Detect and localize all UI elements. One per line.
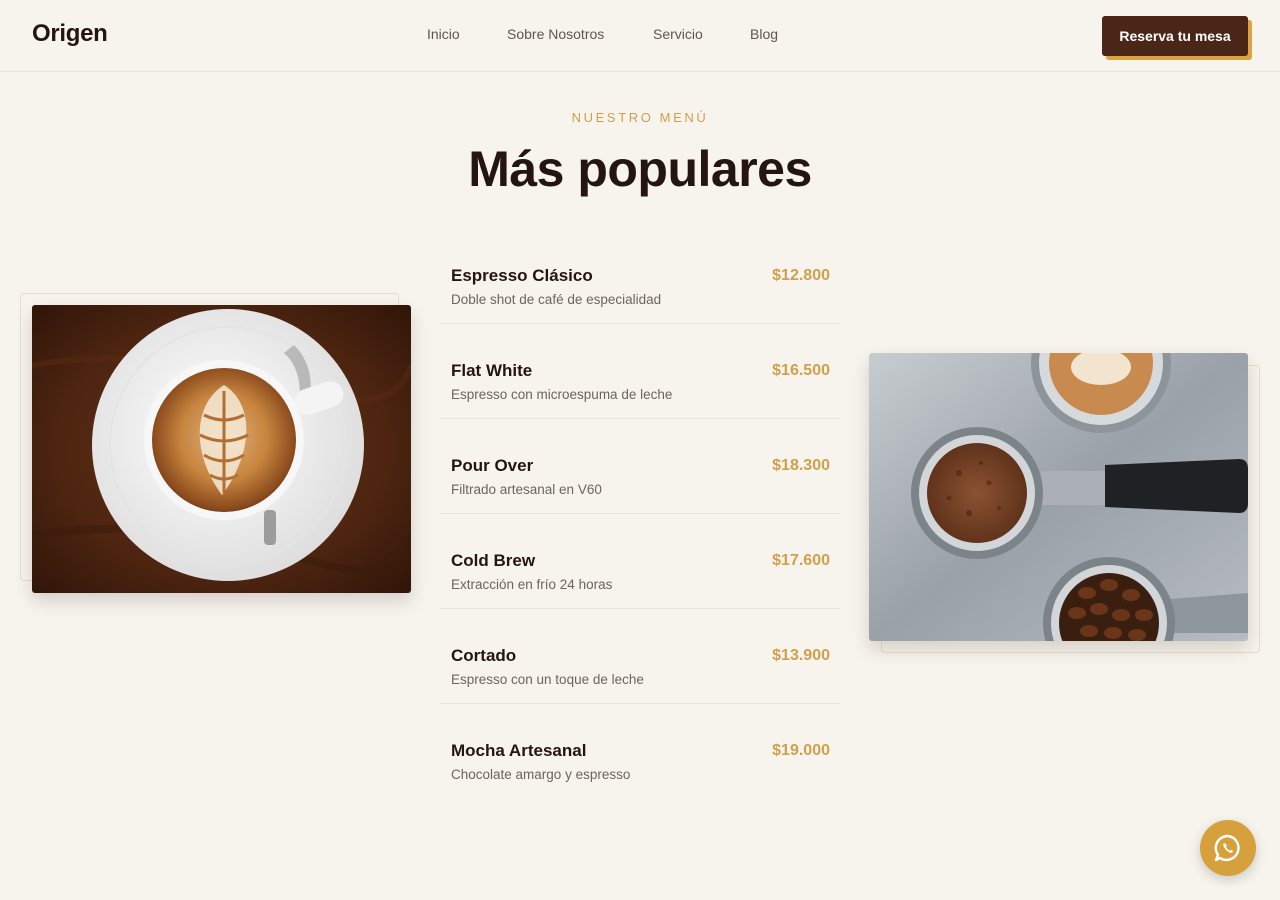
reserve-table-button[interactable]: Reserva tu mesa	[1102, 16, 1248, 56]
nav-sobre-nosotros[interactable]: Sobre Nosotros	[507, 26, 604, 42]
nav-inicio[interactable]: Inicio	[427, 26, 460, 42]
menu-item-price: $12.800	[772, 267, 830, 284]
menu-item-description: Espresso con un toque de leche	[451, 672, 644, 687]
menu-item-price: $13.900	[772, 647, 830, 664]
site-header: Origen Inicio Sobre Nosotros Servicio Bl…	[0, 0, 1280, 72]
portafilter-photo	[869, 353, 1248, 641]
menu-item-description: Espresso con microespuma de leche	[451, 387, 673, 402]
menu-item-price: $17.600	[772, 552, 830, 569]
menu-item-description: Extracción en frío 24 horas	[451, 577, 613, 592]
section-eyebrow: NUESTRO MENÚ	[571, 110, 709, 125]
menu-item-description: Filtrado artesanal en V60	[451, 482, 602, 497]
menu-item[interactable]: Cold Brew Extracción en frío 24 horas $1…	[440, 514, 840, 609]
nav-servicio[interactable]: Servicio	[653, 26, 703, 42]
menu-item[interactable]: Pour Over Filtrado artesanal en V60 $18.…	[440, 419, 840, 514]
menu-item-description: Chocolate amargo y espresso	[451, 767, 631, 782]
menu-item-price: $19.000	[772, 742, 830, 759]
menu-item[interactable]: Espresso Clásico Doble shot de café de e…	[440, 229, 840, 324]
menu-item-name: Pour Over	[451, 456, 534, 475]
nav-blog[interactable]: Blog	[750, 26, 778, 42]
main-nav: Inicio Sobre Nosotros Servicio Blog	[0, 26, 1280, 46]
menu-item-name: Mocha Artesanal	[451, 741, 587, 760]
latte-art-photo	[32, 305, 411, 593]
menu-item-name: Cold Brew	[451, 551, 536, 570]
whatsapp-icon	[1214, 834, 1240, 862]
section-title: Más populares	[468, 141, 812, 197]
menu-item-price: $18.300	[772, 457, 830, 474]
menu-item-description: Doble shot de café de especialidad	[451, 292, 662, 307]
menu-item[interactable]: Mocha Artesanal Chocolate amargo y espre…	[440, 704, 840, 799]
menu-item[interactable]: Flat White Espresso con microespuma de l…	[440, 324, 840, 419]
menu-item[interactable]: Cortado Espresso con un toque de leche $…	[440, 609, 840, 704]
menu-item-name: Espresso Clásico	[451, 266, 593, 285]
menu-list: Espresso Clásico Doble shot de café de e…	[440, 229, 840, 799]
menu-item-name: Flat White	[451, 361, 533, 380]
menu-item-price: $16.500	[772, 362, 830, 379]
whatsapp-button[interactable]	[1200, 820, 1256, 876]
menu-item-name: Cortado	[451, 646, 517, 665]
